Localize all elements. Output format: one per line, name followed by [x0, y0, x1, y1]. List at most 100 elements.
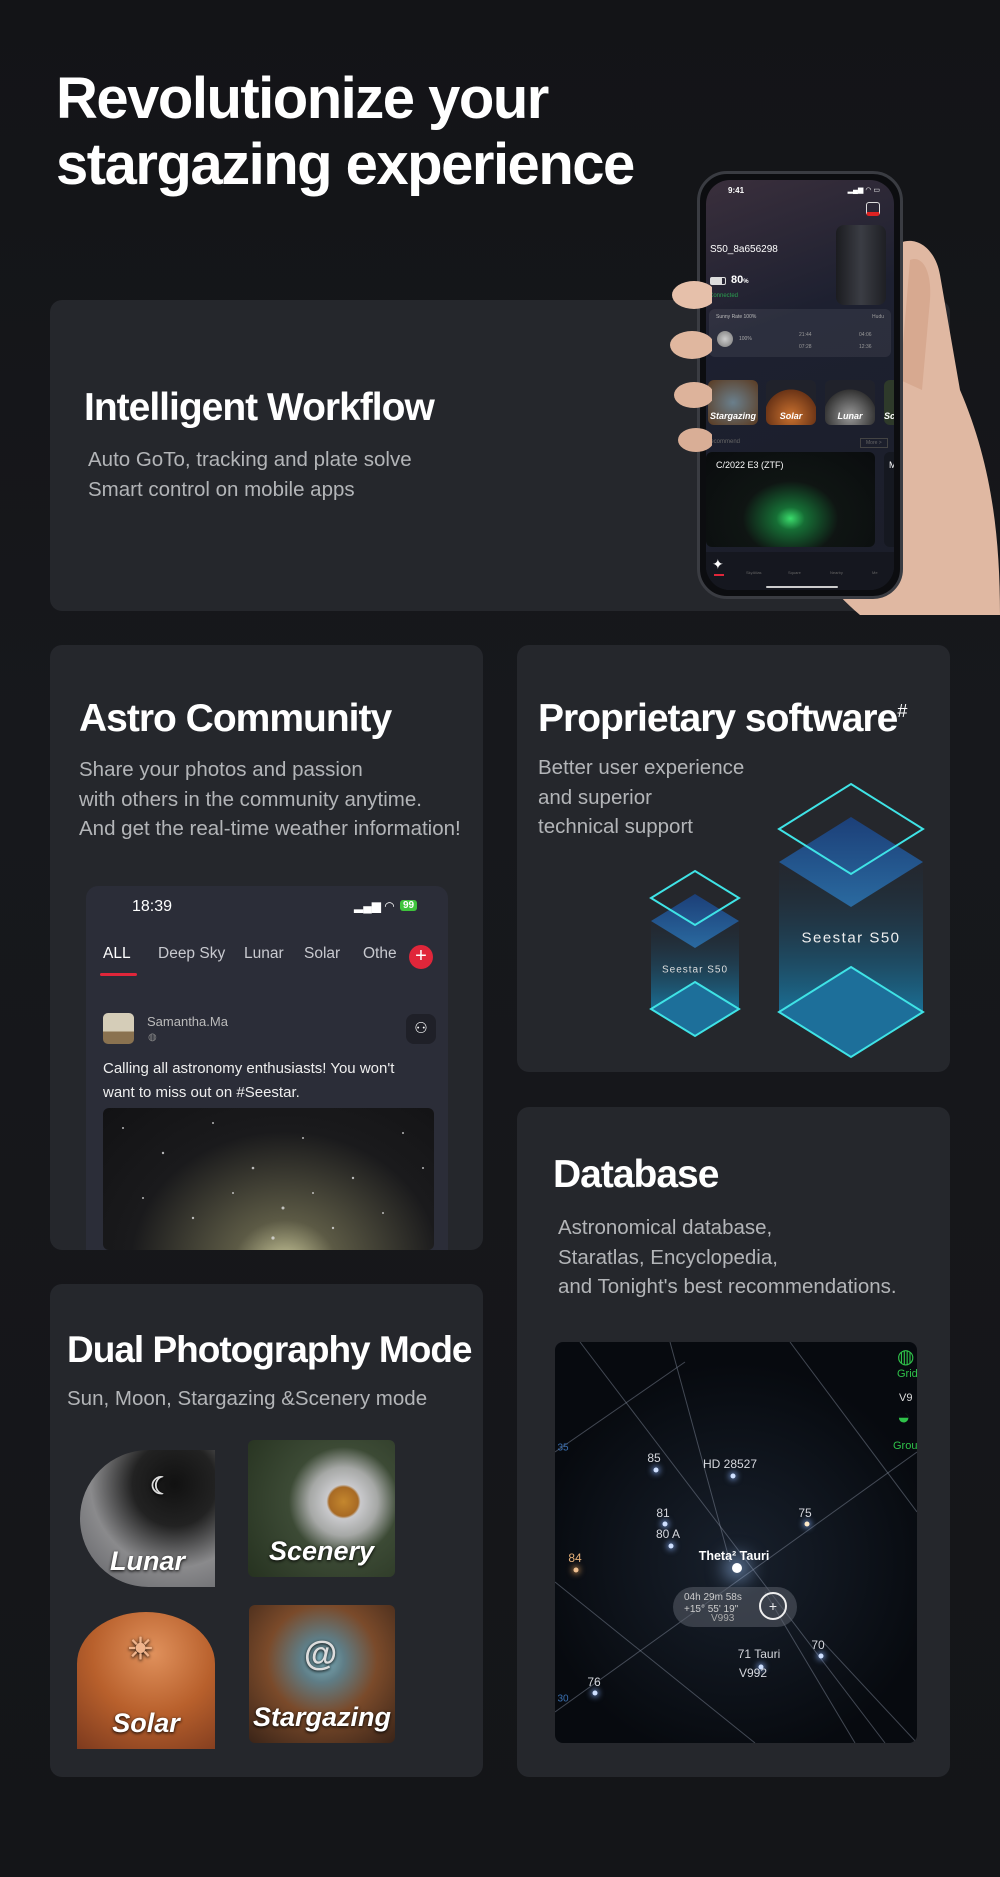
target-star-label: Theta² Tauri: [698, 1549, 770, 1563]
star[interactable]: [730, 1473, 736, 1479]
constellation-grid-lines: [555, 1342, 917, 1743]
nav-home-icon[interactable]: ✦: [712, 556, 724, 573]
featured-title: C/2022 E3 (ZTF): [716, 460, 784, 470]
community-line: with others in the community anytime.: [79, 787, 422, 811]
nav-square[interactable]: Square: [788, 570, 801, 575]
star-label: 84: [568, 1551, 582, 1565]
mode-scenery[interactable]: Scenery: [248, 1440, 395, 1577]
tutorial-icon[interactable]: [866, 202, 880, 216]
star-label: 80 A: [655, 1527, 681, 1541]
database-description: Astronomical database, Staratlas, Encycl…: [558, 1213, 897, 1302]
post-text: Calling all astronomy enthusiasts! You w…: [103, 1060, 395, 1101]
star-field: [122, 1122, 424, 1240]
post-username[interactable]: Samantha.Ma: [147, 1014, 228, 1029]
page-headline: Revolutionize your stargazing experience: [56, 66, 635, 198]
community-title: Astro Community: [79, 697, 392, 740]
star[interactable]: [804, 1521, 810, 1527]
dual-mode-subtitle: Sun, Moon, Stargazing &Scenery mode: [67, 1387, 428, 1410]
star[interactable]: [653, 1467, 659, 1473]
nav-me[interactable]: Me: [872, 570, 878, 575]
mode-stargazing[interactable]: @ Stargazing: [249, 1605, 395, 1743]
database-title: Database: [553, 1153, 719, 1196]
active-tab-indicator: [100, 973, 137, 976]
star[interactable]: [662, 1521, 668, 1527]
star-label: 81: [656, 1506, 670, 1520]
grid-toggle-label[interactable]: Grid: [897, 1368, 917, 1380]
dual-mode-card: Dual Photography Mode Sun, Moon, Stargaz…: [50, 1284, 483, 1777]
add-post-button[interactable]: +: [409, 945, 433, 969]
crosshair-icon[interactable]: +: [759, 1592, 787, 1620]
nav-nearby[interactable]: Nearby: [830, 570, 843, 575]
battery-badge: 99: [400, 900, 418, 911]
headline-line-2: stargazing experience: [56, 132, 635, 197]
more-button[interactable]: More >: [860, 438, 888, 448]
weather-panel[interactable]: Sunny Rate 100% Hudu 100% 21:44 07:28 04:…: [709, 309, 891, 357]
community-app-screen: 18:39 ▂▄▆ ◠ 99 ALL Deep Sky Lunar Solar …: [86, 886, 448, 1250]
grid-number: 30: [557, 1693, 569, 1705]
bottom-nav: ✦ SkyAtlas Square Nearby Me: [706, 552, 894, 590]
tab-deep-sky[interactable]: Deep Sky: [158, 945, 225, 963]
user-avatar[interactable]: [103, 1013, 134, 1044]
workflow-title: Intelligent Workflow: [84, 386, 435, 429]
star-label: 75: [798, 1506, 812, 1520]
sun-icon: ☀: [127, 1633, 154, 1666]
mode-tile-solar[interactable]: Solar: [766, 380, 816, 425]
mode-tile-scenery[interactable]: Sc: [884, 380, 894, 425]
next-card[interactable]: M: [884, 452, 894, 547]
star-label: HD 28527: [702, 1457, 758, 1471]
grid-toggle-icon[interactable]: ◍: [897, 1344, 914, 1369]
star[interactable]: [573, 1567, 579, 1573]
ground-toggle-label[interactable]: Ground: [893, 1440, 917, 1452]
star[interactable]: [818, 1653, 824, 1659]
database-line: and Tonight's best recommendations.: [558, 1275, 897, 1298]
workflow-line: Auto GoTo, tracking and plate solve: [88, 448, 412, 471]
dual-mode-title: Dual Photography Mode: [67, 1329, 472, 1370]
tab-other[interactable]: Othe: [363, 945, 399, 963]
device-name[interactable]: S50_8a656298: [710, 244, 778, 255]
big-cube: [777, 782, 925, 1059]
community-line: And get the real-time weather informatio…: [79, 817, 461, 840]
ground-toggle-icon[interactable]: ◒: [897, 1404, 910, 1430]
workflow-description: Auto GoTo, tracking and plate solve Smar…: [88, 445, 412, 504]
galaxy-icon: @: [304, 1635, 338, 1673]
battery-level: 80%: [731, 274, 749, 286]
nav-active-indicator: [714, 574, 724, 576]
phone-screen: 9:41 ▂▄▆ ◠ ▭ S50_8a656298 80% Connected …: [706, 180, 894, 590]
star-label: V9: [899, 1392, 913, 1404]
headline-line-1: Revolutionize your: [56, 66, 549, 131]
big-cube-label: Seestar S50: [801, 929, 901, 947]
status-time: 18:39: [132, 898, 173, 915]
sun-times: 04:06 12:36: [859, 332, 872, 350]
tab-lunar[interactable]: Lunar: [244, 945, 284, 963]
star-label: V993: [711, 1613, 735, 1624]
moon-times: 21:44 07:28: [799, 332, 812, 350]
tab-all[interactable]: ALL: [103, 945, 131, 963]
grid-number: 35: [557, 1442, 569, 1454]
featured-card[interactable]: C/2022 E3 (ZTF): [706, 452, 875, 547]
star-map[interactable]: 35 30 85 HD 28527 81 80 A 84 75 Theta² T…: [555, 1342, 917, 1743]
mode-lunar[interactable]: ☾ Lunar: [80, 1450, 215, 1587]
fingers-illustration: [670, 281, 712, 452]
follow-user-icon[interactable]: ⚇: [406, 1014, 436, 1044]
small-cube-label: Seestar S50: [661, 964, 729, 976]
star-label: V992: [738, 1666, 768, 1680]
status-icons: ▂▄▆ ◠ ▭: [847, 187, 880, 194]
star-label: 71 Tauri: [737, 1647, 781, 1661]
community-description: Share your photos and passion with other…: [79, 755, 461, 844]
nav-skyatlas[interactable]: SkyAtlas: [746, 570, 762, 575]
workflow-line: Smart control on mobile apps: [88, 477, 355, 501]
star[interactable]: [592, 1690, 598, 1696]
post-image[interactable]: [103, 1108, 434, 1250]
mode-tile-lunar[interactable]: Lunar: [825, 380, 875, 425]
mode-solar[interactable]: ☀ Solar: [77, 1612, 215, 1749]
target-star[interactable]: [732, 1563, 742, 1573]
moon-icon: [717, 331, 733, 347]
mode-tile-stargazing[interactable]: Stargazing: [708, 380, 758, 425]
weather-title: Sunny Rate 100%: [716, 314, 757, 320]
tab-solar[interactable]: Solar: [304, 945, 340, 963]
location-label: Hudu: [872, 314, 884, 320]
small-cube: [649, 869, 741, 1038]
globe-icon: ◍: [148, 1032, 157, 1043]
star[interactable]: [668, 1543, 674, 1549]
coordinate-pill[interactable]: 04h 29m 58s +15° 55' 19" V993 +: [673, 1587, 797, 1627]
